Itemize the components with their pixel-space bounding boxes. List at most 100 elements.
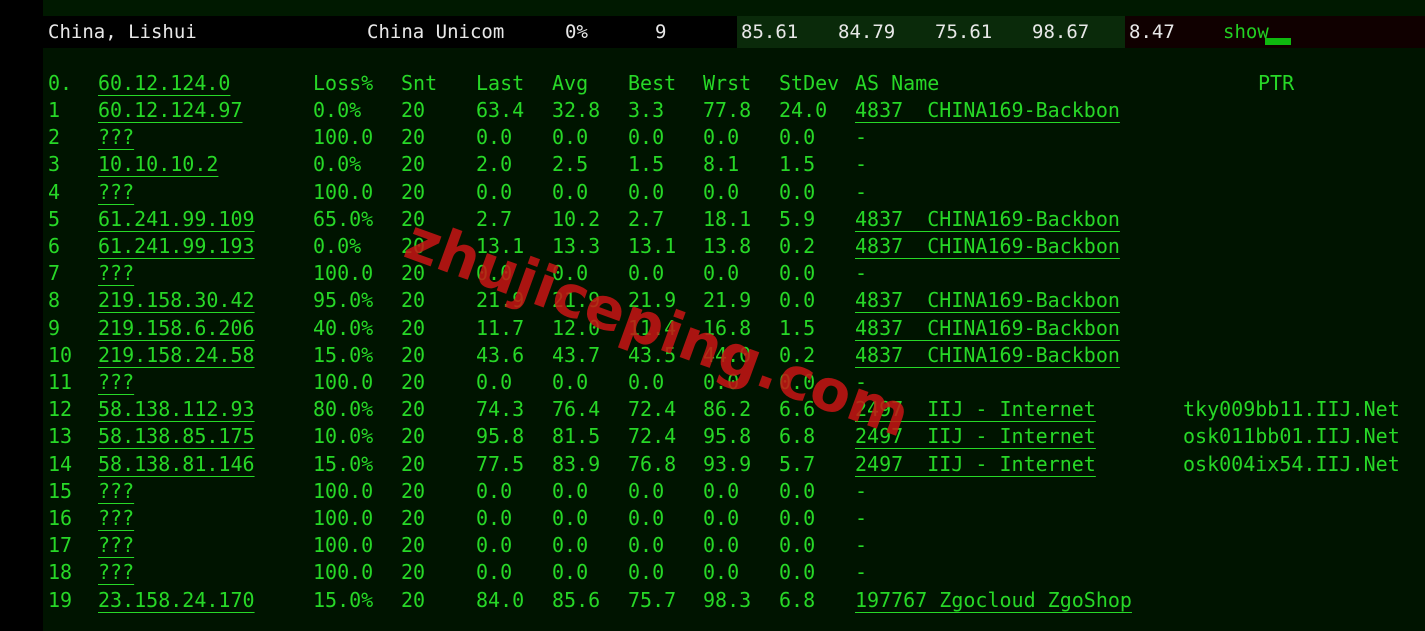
- wrst-cell: 0.0: [703, 506, 740, 530]
- best-cell: 0.0: [628, 560, 665, 585]
- avg-cell: 76.4: [552, 397, 601, 422]
- host-link[interactable]: 58.138.85.175: [98, 423, 255, 450]
- table-row: 16??? 100.0 20 0.0 0.0 0.0 0.0 0.0 -: [0, 505, 1425, 532]
- last-cell: 0.0: [476, 533, 513, 558]
- summary-loss: 0%: [565, 21, 588, 43]
- as-name-link[interactable]: 4837 CHINA169-Backbon: [855, 315, 1120, 342]
- host-link[interactable]: ???: [98, 124, 134, 151]
- avg-cell: 0.0: [552, 560, 589, 585]
- stdev-cell: 1.5: [779, 152, 816, 177]
- header-avg: Avg: [552, 71, 589, 95]
- host-link[interactable]: ???: [98, 532, 134, 559]
- summary-value-1: 85.61: [741, 21, 799, 43]
- last-cell: 11.7: [476, 315, 525, 340]
- host-link[interactable]: 61.241.99.193: [98, 233, 255, 260]
- wrst-cell: 0.0: [703, 370, 740, 394]
- host-link[interactable]: ???: [98, 559, 134, 586]
- as-name-link: -: [855, 125, 868, 150]
- as-name-link[interactable]: 4837 CHINA169-Backbon: [855, 206, 1120, 233]
- best-cell: 0.0: [628, 125, 665, 150]
- as-name-link[interactable]: 4837 CHINA169-Backbon: [855, 342, 1120, 369]
- table-row: 1 60.12.124.97 0.0% 20 63.4 32.8 3.3 77.8 24.0 48…: [0, 97, 1425, 124]
- stdev-cell: 6.6: [779, 397, 816, 422]
- avg-cell: 0.0: [552, 179, 589, 204]
- host-link[interactable]: ???: [98, 179, 134, 206]
- last-cell: 13.1: [476, 234, 525, 258]
- hop-number: 5: [48, 206, 61, 231]
- header-wrst: Wrst: [703, 71, 752, 95]
- loss-cell: 80.0%: [313, 397, 374, 422]
- stdev-cell: 6.8: [779, 587, 816, 612]
- table-row: 5 61.241.99.109 65.0% 20 2.7 10.2 2.7 18.1 5.9 48…: [0, 206, 1425, 233]
- host-link[interactable]: 219.158.6.206: [98, 315, 255, 342]
- as-name-link[interactable]: 197767 Zgocloud ZgoShop: [855, 587, 1132, 614]
- loss-cell: 10.0%: [313, 424, 374, 449]
- as-name-link: -: [855, 560, 868, 585]
- hop-number: 2: [48, 125, 61, 150]
- as-name-link: -: [855, 261, 868, 286]
- snt-cell: 20: [401, 370, 426, 394]
- stdev-cell: 0.0: [779, 533, 816, 558]
- best-cell: 1.5: [628, 152, 665, 177]
- as-name-link: -: [855, 370, 868, 394]
- snt-cell: 20: [401, 234, 426, 258]
- host-link[interactable]: 219.158.24.58: [98, 342, 255, 369]
- host-link[interactable]: ???: [98, 478, 134, 505]
- loss-cell: 65.0%: [313, 206, 374, 231]
- header-hop: 0.: [48, 71, 73, 95]
- host-link[interactable]: 58.138.81.146: [98, 451, 255, 478]
- best-cell: 3.3: [628, 98, 665, 122]
- summary-sent: 9: [655, 21, 667, 43]
- host-link[interactable]: ???: [98, 505, 134, 532]
- loss-cell: 0.0%: [313, 98, 362, 122]
- table-header: 0. 60.12.124.0 Loss% Snt Last Avg Best W…: [0, 70, 1425, 97]
- hop-number: 1: [48, 98, 61, 122]
- loss-cell: 0.0%: [313, 152, 362, 177]
- as-name-link[interactable]: 2497 IIJ - Internet: [855, 451, 1096, 478]
- header-asname: AS Name: [855, 71, 940, 95]
- summary-value-2: 84.79: [838, 21, 896, 43]
- last-cell: 95.8: [476, 424, 525, 449]
- snt-cell: 20: [401, 424, 426, 449]
- avg-cell: 0.0: [552, 125, 589, 150]
- table-row: 11??? 100.0 20 0.0 0.0 0.0 0.0 0.0 -: [0, 369, 1425, 396]
- snt-cell: 20: [401, 342, 426, 367]
- as-name-link[interactable]: 4837 CHINA169-Backbon: [855, 233, 1120, 260]
- hop-number: 13: [48, 424, 73, 449]
- best-cell: 13.1: [628, 234, 677, 258]
- as-name-link: -: [855, 478, 868, 503]
- wrst-cell: 44.0: [703, 342, 752, 367]
- best-cell: 0.0: [628, 478, 665, 503]
- host-link[interactable]: ???: [98, 260, 134, 287]
- avg-cell: 0.0: [552, 506, 589, 530]
- as-name-link[interactable]: 4837 CHINA169-Backbon: [855, 287, 1120, 314]
- table-row: 10 219.158.24.58 15.0% 20 43.6 43.7 43.5 44.0 0.…: [0, 342, 1425, 369]
- hop-number: 11: [48, 370, 73, 394]
- host-link[interactable]: 60.12.124.97: [98, 97, 243, 124]
- snt-cell: 20: [401, 179, 426, 204]
- summary-location: China, Lishui: [48, 21, 197, 43]
- as-name-link[interactable]: 4837 CHINA169-Backbon: [855, 97, 1120, 124]
- as-name-link[interactable]: 2497 IIJ - Internet: [855, 423, 1096, 450]
- host-link[interactable]: 23.158.24.170: [98, 587, 255, 614]
- header-last: Last: [476, 71, 525, 95]
- wrst-cell: 21.9: [703, 288, 752, 313]
- as-name-link[interactable]: 2497 IIJ - Internet: [855, 396, 1096, 423]
- last-cell: 0.0: [476, 560, 513, 585]
- last-cell: 0.0: [476, 370, 513, 394]
- hop-number: 3: [48, 152, 61, 177]
- host-link[interactable]: 10.10.10.2: [98, 151, 218, 178]
- show-link[interactable]: show: [1223, 16, 1269, 48]
- host-link[interactable]: ???: [98, 369, 134, 396]
- host-link[interactable]: 219.158.30.42: [98, 287, 255, 314]
- host-link[interactable]: 61.241.99.109: [98, 206, 255, 233]
- snt-cell: 20: [401, 261, 426, 286]
- wrst-cell: 13.8: [703, 234, 752, 258]
- stdev-cell: 0.0: [779, 370, 816, 394]
- table-row: 8 219.158.30.42 95.0% 20 21.9 21.9 21.9 21.9 0.0…: [0, 287, 1425, 314]
- loss-cell: 15.0%: [313, 342, 374, 367]
- snt-cell: 20: [401, 506, 426, 530]
- header-host-link[interactable]: 60.12.124.0: [98, 70, 230, 97]
- host-link[interactable]: 58.138.112.93: [98, 396, 255, 423]
- loss-cell: 100.0: [313, 506, 374, 530]
